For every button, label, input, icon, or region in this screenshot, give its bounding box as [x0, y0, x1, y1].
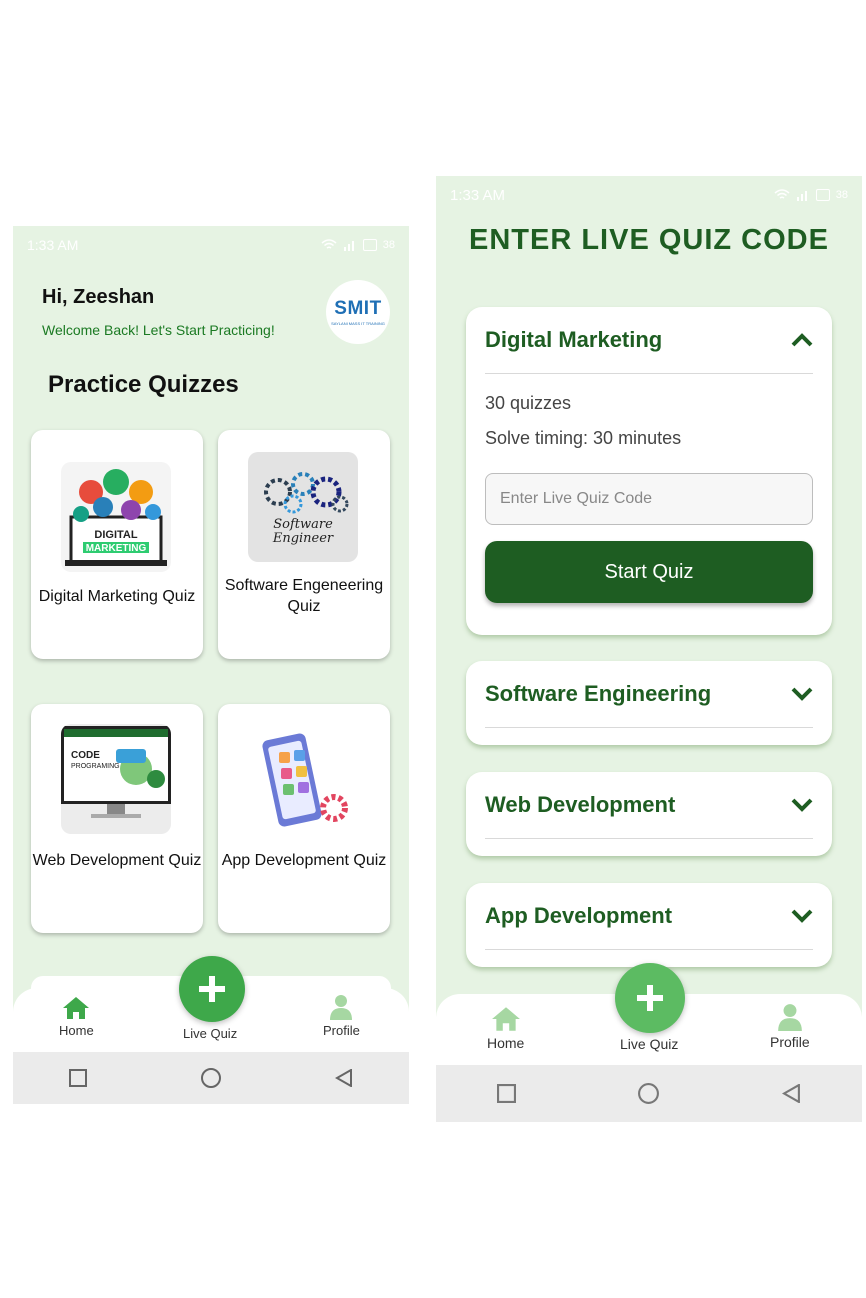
nav-profile[interactable]: Profile: [770, 1003, 810, 1050]
status-time: 1:33 AM: [27, 237, 79, 253]
profile-icon: [777, 1004, 802, 1031]
back-icon[interactable]: [782, 1084, 801, 1103]
home-icon: [491, 1007, 520, 1031]
accordion-title: Web Development: [485, 792, 676, 817]
section-title: Practice Quizzes: [48, 371, 239, 398]
signal-icon: [343, 241, 354, 251]
quiz-count: 30 quizzes: [485, 393, 572, 413]
back-icon[interactable]: [334, 1069, 353, 1087]
system-nav-bar: [436, 1065, 862, 1122]
accordion-header[interactable]: Digital Marketing: [485, 307, 813, 374]
quiz-card-label: App Development Quiz: [221, 852, 387, 869]
battery-icon: [362, 239, 377, 251]
add-live-quiz-button[interactable]: [179, 956, 245, 1022]
status-bar: 1:33 AM 38: [13, 226, 409, 264]
nav-profile-label: Profile: [770, 1034, 810, 1050]
nav-live-quiz-label: Live Quiz: [183, 1026, 238, 1041]
home-icon: [63, 997, 90, 1019]
welcome-text: Welcome Back! Let's Start Practicing!: [42, 322, 275, 338]
accordion-web-development[interactable]: Web Development: [466, 772, 832, 856]
live-quiz-code-input[interactable]: [485, 473, 813, 525]
svg-text:DIGITAL: DIGITAL: [94, 529, 137, 541]
nav-live-quiz[interactable]: Live Quiz: [620, 1036, 678, 1052]
plus-icon: [199, 976, 225, 1002]
svg-text:Software: Software: [273, 517, 333, 532]
battery-level: 38: [382, 239, 395, 251]
home-screen: 1:33 AM 38 Hi, Zeeshan Welcome Back! Let…: [13, 226, 409, 1104]
status-icons: 38: [774, 189, 848, 201]
accordion-header[interactable]: Software Engineering: [485, 661, 813, 728]
wifi-icon: [774, 189, 790, 199]
nav-live-quiz[interactable]: Live Quiz: [183, 1026, 237, 1041]
nav-home[interactable]: Home: [487, 1006, 524, 1051]
accordion-digital-marketing: Digital Marketing 30 quizzes Solve timin…: [466, 307, 832, 635]
smit-logo: SMIT SAYLANI MASS IT TRAINING: [326, 280, 390, 344]
accordion-header[interactable]: Web Development: [485, 772, 813, 839]
profile-icon: [330, 995, 353, 1020]
accordion-title: Digital Marketing: [485, 327, 663, 352]
live-quiz-screen: 1:33 AM 38 ENTER LIVE QUIZ CODE Digital …: [436, 176, 862, 1122]
logo-subtext: SAYLANI MASS IT TRAINING: [331, 321, 385, 326]
system-home-icon[interactable]: [637, 1082, 660, 1105]
svg-text:Engineer: Engineer: [272, 531, 334, 546]
quiz-card-app-development[interactable]: App Development Quiz: [218, 704, 390, 933]
plus-icon: [637, 985, 663, 1011]
recents-icon[interactable]: [69, 1069, 88, 1087]
start-quiz-button[interactable]: Start Quiz: [485, 541, 813, 603]
wifi-icon: [321, 239, 337, 249]
status-icons: 38: [321, 239, 395, 251]
chevron-down-icon[interactable]: [791, 798, 813, 812]
system-home-icon[interactable]: [200, 1067, 222, 1089]
battery-level: 38: [835, 189, 848, 201]
quiz-card-label: Software Engeneering Quiz: [224, 577, 384, 615]
svg-text:CODE: CODE: [71, 750, 100, 761]
nav-profile[interactable]: Profile: [323, 994, 360, 1038]
nav-live-quiz-label: Live Quiz: [620, 1036, 679, 1052]
quiz-card-label: Web Development Quiz: [32, 852, 202, 869]
chevron-up-icon[interactable]: [791, 333, 813, 347]
svg-text:PROGRAMING: PROGRAMING: [71, 763, 120, 770]
nav-home[interactable]: Home: [59, 996, 94, 1038]
svg-text:MARKETING: MARKETING: [86, 543, 147, 554]
page-title: ENTER LIVE QUIZ CODE: [469, 224, 829, 256]
battery-icon: [815, 189, 830, 201]
software-engineer-image: Software Engineer: [248, 452, 358, 562]
nav-home-label: Home: [487, 1035, 525, 1051]
nav-home-label: Home: [59, 1023, 94, 1038]
chevron-down-icon[interactable]: [791, 909, 813, 923]
quiz-card-software-engineering[interactable]: Software Engineer Software Engeneering Q…: [218, 430, 390, 659]
greeting: Hi, Zeeshan: [42, 286, 155, 308]
accordion-app-development[interactable]: App Development: [466, 883, 832, 967]
solve-timing: Solve timing: 30 minutes: [485, 428, 682, 448]
logo-text: SMIT: [334, 298, 382, 319]
digital-marketing-image: DIGITAL MARKETING: [61, 462, 171, 572]
status-bar: 1:33 AM 38: [436, 176, 862, 214]
web-development-image: CODE PROGRAMING: [61, 724, 171, 834]
system-nav-bar: [13, 1052, 409, 1104]
quiz-card-web-development[interactable]: CODE PROGRAMING Web Development Quiz: [31, 704, 203, 933]
quiz-card-digital-marketing[interactable]: DIGITAL MARKETING Digital Marketing Quiz: [31, 430, 203, 659]
app-development-image: [248, 726, 358, 836]
recents-icon[interactable]: [496, 1084, 516, 1103]
accordion-title: App Development: [485, 903, 673, 928]
add-live-quiz-button[interactable]: [615, 963, 685, 1033]
quiz-card-label: Digital Marketing Quiz: [38, 588, 196, 605]
nav-profile-label: Profile: [323, 1023, 360, 1038]
chevron-down-icon[interactable]: [791, 687, 813, 701]
accordion-software-engineering[interactable]: Software Engineering: [466, 661, 832, 745]
status-time: 1:33 AM: [450, 186, 506, 204]
signal-icon: [796, 191, 807, 201]
accordion-title: Software Engineering: [485, 681, 712, 706]
accordion-header[interactable]: App Development: [485, 883, 813, 950]
